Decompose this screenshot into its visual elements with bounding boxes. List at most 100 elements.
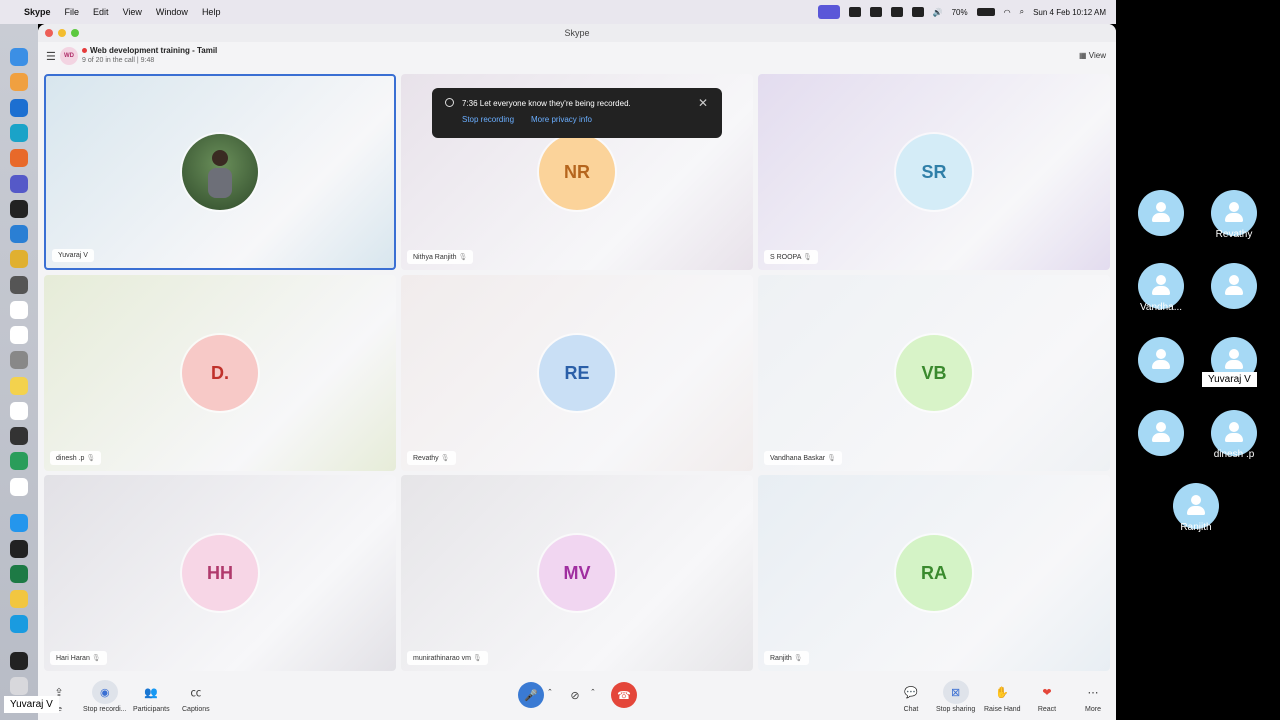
stop-recording-link[interactable]: Stop recording: [462, 115, 514, 124]
status-icon[interactable]: [890, 7, 903, 17]
screenshot-icon[interactable]: [10, 276, 28, 294]
video-tile[interactable]: Yuvaraj V: [44, 74, 396, 270]
battery-icon[interactable]: [976, 8, 995, 16]
app-icon[interactable]: [10, 478, 28, 496]
end-call-button[interactable]: ☎: [611, 682, 637, 710]
zoom-window-button[interactable]: [71, 29, 79, 37]
camera-options-chevron-icon[interactable]: ⌃: [590, 688, 596, 696]
close-window-button[interactable]: [45, 29, 53, 37]
captions-button[interactable]: ㏄ Captions: [182, 680, 210, 713]
menu-view[interactable]: View: [123, 7, 142, 17]
participant-name-tag: Ranjith 🎙: [764, 651, 809, 665]
video-tile[interactable]: RA Ranjith 🎙: [758, 475, 1110, 671]
app-switcher-icon[interactable]: [10, 652, 28, 670]
teams-icon[interactable]: [10, 175, 28, 193]
minimize-window-button[interactable]: [58, 29, 66, 37]
app-icon[interactable]: [10, 452, 28, 470]
participant-name: Vandhana Baskar: [770, 455, 826, 462]
search-icon[interactable]: ⌕: [1020, 7, 1024, 17]
more-label: More: [1085, 706, 1101, 713]
react-button[interactable]: ❤ React: [1034, 680, 1060, 714]
participant-avatar[interactable]: [1138, 190, 1184, 236]
raise-hand-label: Raise Hand: [984, 706, 1021, 713]
close-icon[interactable]: ✕: [698, 96, 708, 110]
skype-window: Skype ☰ WD Web development training - Ta…: [38, 24, 1116, 720]
participants-button[interactable]: 👥 Participants: [133, 680, 170, 714]
skype-icon[interactable]: [10, 615, 28, 633]
call-toolbar: ⇪ te ◉ Stop recordi... 👥 Participants ㏄ …: [38, 672, 1116, 720]
video-tile[interactable]: RE Revathy 🎙: [401, 275, 753, 471]
mic-options-chevron-icon[interactable]: ⌃: [547, 688, 553, 696]
participant-avatar[interactable]: [1138, 410, 1184, 456]
recording-notification: 7:36 Let everyone know they're being rec…: [432, 88, 722, 138]
participant-photo: [182, 134, 258, 210]
outlook-icon[interactable]: [10, 99, 28, 117]
call-title[interactable]: Web development training - Tamil: [82, 46, 217, 55]
edge-icon[interactable]: [10, 124, 28, 142]
reminders-icon[interactable]: [10, 326, 28, 344]
privacy-info-link[interactable]: More privacy info: [531, 115, 592, 124]
calendar-icon[interactable]: [10, 301, 28, 319]
menu-window[interactable]: Window: [156, 7, 188, 17]
participant-avatar[interactable]: [1138, 337, 1184, 383]
settings-icon[interactable]: [10, 351, 28, 369]
participants-icon: 👥: [144, 686, 159, 699]
firefox-icon[interactable]: [10, 149, 28, 167]
participant-name: Revathy: [413, 455, 439, 462]
trash-icon[interactable]: [10, 677, 28, 695]
video-tile[interactable]: D. dinesh .p 🎙: [44, 275, 396, 471]
launchpad-icon[interactable]: [10, 73, 28, 91]
hamburger-menu-icon[interactable]: ☰: [46, 50, 56, 63]
excel-icon[interactable]: [10, 565, 28, 583]
menu-bar: Skype File Edit View Window Help 🔊 70% ◠…: [0, 0, 1116, 24]
terminal-icon[interactable]: [10, 200, 28, 218]
menu-app[interactable]: Skype: [24, 7, 51, 17]
video-tile[interactable]: SR S ROOPA 🎙: [758, 74, 1110, 270]
status-icon[interactable]: [869, 7, 882, 17]
whatsapp-icon[interactable]: [10, 590, 28, 608]
wifi-icon[interactable]: ◠: [1004, 8, 1011, 17]
menu-help[interactable]: Help: [202, 7, 221, 17]
record-icon: ◉: [91, 680, 118, 704]
status-icon[interactable]: [848, 7, 861, 17]
video-tile[interactable]: MV munirathinarao vm 🎙: [401, 475, 753, 671]
chrome-icon[interactable]: [10, 250, 28, 268]
docker-icon[interactable]: [10, 514, 28, 532]
video-tile[interactable]: VB Vandhana Baskar 🎙: [758, 275, 1110, 471]
participant-name: dinesh .p: [56, 455, 85, 462]
chat-button[interactable]: 💬 Chat: [898, 680, 924, 714]
menu-edit[interactable]: Edit: [93, 7, 109, 17]
activity-monitor-icon[interactable]: [10, 540, 28, 558]
muted-mic-icon: 🎙: [89, 655, 101, 662]
more-button[interactable]: ⋯ More: [1080, 680, 1106, 714]
raise-hand-button[interactable]: ✋ Raise Hand: [984, 680, 1021, 714]
mute-button[interactable]: 🎤: [518, 682, 544, 710]
menu-file[interactable]: File: [65, 7, 80, 17]
vscode-icon[interactable]: [10, 225, 28, 243]
status-icon[interactable]: [911, 7, 924, 17]
participant-initials: VB: [896, 335, 972, 411]
participant-initials: D.: [182, 335, 258, 411]
video-tile[interactable]: HH Hari Haran 🎙: [44, 475, 396, 671]
screen-share-status-icon[interactable]: [817, 5, 840, 19]
obs-icon[interactable]: [10, 427, 28, 445]
conversation-avatar[interactable]: WD: [60, 47, 78, 65]
muted-mic-icon: 🎙: [825, 455, 836, 462]
microphone-icon: 🎤: [518, 682, 544, 708]
battery-percent: 70%: [951, 7, 968, 17]
heart-icon: ❤: [1042, 686, 1052, 699]
participant-initials: RA: [896, 535, 972, 611]
recording-message: 7:36 Let everyone know they're being rec…: [462, 99, 631, 108]
participant-avatar[interactable]: [1211, 263, 1257, 309]
view-button[interactable]: ▦ View: [1079, 51, 1106, 60]
stop-recording-button[interactable]: ◉ Stop recordi...: [83, 680, 127, 713]
datetime[interactable]: Sun 4 Feb 10:12 AM: [1033, 8, 1106, 17]
captions-label: Captions: [182, 706, 210, 713]
camera-button[interactable]: ⊘: [562, 682, 588, 710]
notes-icon[interactable]: [10, 377, 28, 395]
dock: [0, 24, 38, 720]
finder-icon[interactable]: [10, 48, 28, 66]
stop-sharing-button[interactable]: ⊠ Stop sharing: [936, 680, 975, 713]
slack-icon[interactable]: [10, 402, 28, 420]
volume-icon[interactable]: 🔊: [933, 8, 943, 17]
